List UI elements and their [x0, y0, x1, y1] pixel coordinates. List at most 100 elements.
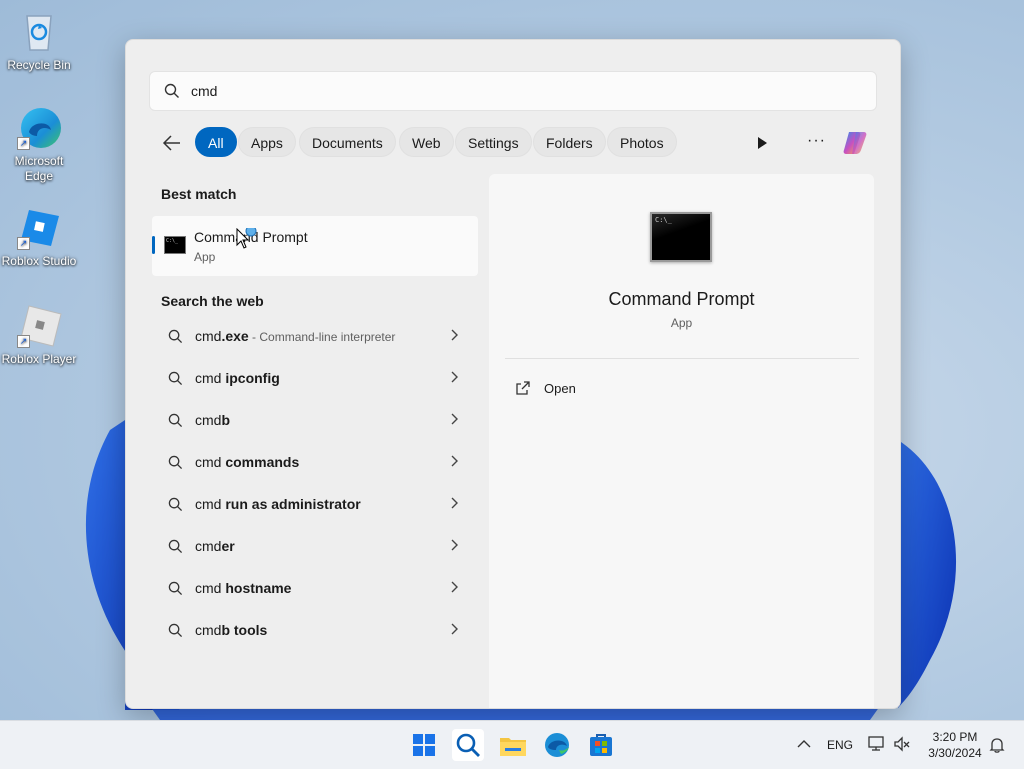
roblox-player-icon: ↗ — [15, 302, 63, 350]
filter-all[interactable]: All — [195, 127, 237, 157]
detail-app-name: Command Prompt — [608, 289, 755, 309]
search-icon — [168, 455, 183, 470]
search-icon — [168, 371, 183, 386]
web-result-text: cmdb — [195, 412, 230, 428]
more-options-icon[interactable]: ··· — [807, 132, 826, 150]
search-icon — [168, 497, 183, 512]
web-result-text: cmd.exe - Command-line interpreter — [195, 328, 395, 344]
desktop-icon-roblox-player[interactable]: ↗ Roblox Player — [0, 302, 78, 367]
taskbar-edge[interactable] — [541, 729, 573, 761]
search-box[interactable]: cmd — [149, 71, 877, 111]
web-result-bold: .exe — [221, 328, 249, 344]
web-result-prefix: cmd — [195, 454, 226, 470]
web-result-text: cmd hostname — [195, 580, 291, 596]
notification-bell-icon[interactable] — [988, 736, 1006, 754]
web-result-row[interactable]: cmder — [152, 526, 478, 566]
best-match-heading: Best match — [161, 186, 237, 202]
desktop-icon-roblox-studio[interactable]: ↗ Roblox Studio — [0, 204, 78, 269]
mouse-cursor-icon — [236, 228, 257, 249]
filter-apps[interactable]: Apps — [238, 127, 296, 157]
search-icon — [168, 413, 183, 428]
chevron-right-icon — [451, 497, 458, 509]
web-result-desc: - Command-line interpreter — [248, 330, 396, 344]
shortcut-arrow-icon: ↗ — [17, 237, 30, 250]
web-result-prefix: cmd — [195, 370, 226, 386]
taskbar-search-button[interactable] — [452, 729, 484, 761]
command-prompt-large-icon — [650, 212, 712, 262]
divider — [505, 358, 859, 359]
copilot-icon[interactable] — [840, 128, 870, 158]
clock-date: 3/30/2024 — [928, 746, 982, 760]
play-icon[interactable] — [756, 136, 768, 150]
open-external-icon — [516, 381, 530, 395]
web-result-text: cmd run as administrator — [195, 496, 361, 512]
web-result-prefix: cmd — [195, 328, 222, 344]
web-result-bold: run as administrator — [225, 496, 361, 512]
web-result-row[interactable]: cmdb tools — [152, 610, 478, 650]
desktop-icon-label: Recycle Bin — [7, 58, 71, 72]
start-icon — [413, 734, 435, 756]
open-action-label: Open — [544, 381, 576, 396]
best-match-item[interactable]: Command Prompt App — [152, 216, 478, 276]
web-result-text: cmd commands — [195, 454, 299, 470]
filter-documents[interactable]: Documents — [299, 127, 396, 157]
web-result-row[interactable]: cmd run as administrator — [152, 484, 478, 524]
back-arrow-icon[interactable] — [160, 133, 184, 153]
chevron-right-icon — [451, 371, 458, 383]
chevron-right-icon — [451, 413, 458, 425]
clock-time: 3:20 PM — [932, 730, 978, 744]
web-result-prefix: cmd — [195, 580, 226, 596]
search-icon — [164, 83, 179, 98]
clock[interactable]: 3:20 PM 3/30/2024 — [922, 729, 988, 761]
web-result-row[interactable]: cmd.exe - Command-line interpreter — [152, 316, 478, 356]
web-result-bold: hostname — [225, 580, 292, 596]
desktop-icon-label: Roblox Player — [1, 352, 77, 366]
edge-icon — [545, 733, 569, 757]
web-result-bold: b — [221, 412, 231, 428]
best-match-type: App — [194, 250, 216, 264]
search-icon — [168, 581, 183, 596]
web-result-row[interactable]: cmd hostname — [152, 568, 478, 608]
web-result-text: cmder — [195, 538, 235, 554]
desktop-icon-label: Roblox Studio — [1, 254, 77, 268]
web-result-text: cmd ipconfig — [195, 370, 280, 386]
filter-bar: All Apps Documents Web Settings Folders … — [160, 127, 880, 159]
web-result-bold: b tools — [221, 622, 268, 638]
chevron-right-icon — [451, 329, 458, 341]
shortcut-arrow-icon: ↗ — [17, 137, 30, 150]
desktop-icon-edge[interactable]: ↗ Microsoft Edge — [0, 104, 78, 184]
web-result-bold: ipconfig — [225, 370, 280, 386]
taskbar-store[interactable] — [585, 729, 617, 761]
taskbar-file-explorer[interactable] — [497, 729, 529, 761]
filter-web[interactable]: Web — [399, 127, 454, 157]
roblox-studio-icon: ↗ — [15, 204, 63, 252]
web-result-row[interactable]: cmd ipconfig — [152, 358, 478, 398]
web-result-prefix: cmd — [195, 496, 226, 512]
web-result-bold: er — [221, 538, 235, 554]
network-icon[interactable] — [868, 735, 886, 753]
search-icon — [168, 539, 183, 554]
results-list: Best match Command Prompt App Search the… — [126, 170, 486, 708]
language-indicator[interactable]: ENG — [827, 738, 853, 752]
start-button[interactable] — [408, 729, 440, 761]
file-explorer-icon — [500, 738, 526, 756]
web-result-prefix: cmd — [195, 538, 222, 554]
search-icon — [168, 623, 183, 638]
web-result-row[interactable]: cmd commands — [152, 442, 478, 482]
volume-muted-icon[interactable] — [893, 735, 911, 753]
search-icon — [168, 329, 183, 344]
web-result-prefix: cmd — [195, 622, 222, 638]
filter-folders[interactable]: Folders — [533, 127, 606, 157]
search-input[interactable]: cmd — [191, 83, 217, 99]
chevron-up-icon[interactable] — [797, 739, 811, 749]
filter-photos[interactable]: Photos — [607, 127, 677, 157]
command-prompt-icon — [164, 236, 186, 254]
filter-settings[interactable]: Settings — [455, 127, 532, 157]
selection-accent — [152, 236, 155, 254]
recycle-bin-icon — [15, 8, 63, 56]
web-result-row[interactable]: cmdb — [152, 400, 478, 440]
desktop-icon-recycle-bin[interactable]: Recycle Bin — [0, 8, 78, 73]
chevron-right-icon — [451, 455, 458, 467]
open-action[interactable]: Open — [505, 374, 845, 404]
edge-icon: ↗ — [15, 104, 63, 152]
